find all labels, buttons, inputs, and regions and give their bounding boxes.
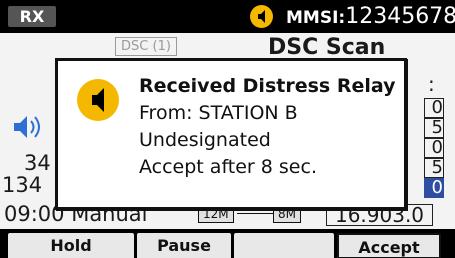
volume-icon bbox=[12, 112, 46, 146]
dsc-tag: DSC (1) bbox=[115, 37, 177, 56]
dialog-countdown: Accept after 8 sec. bbox=[139, 156, 317, 178]
page-title: DSC Scan bbox=[268, 35, 386, 60]
status-bar: RX MMSI:123456789 bbox=[0, 0, 455, 33]
speaker-icon bbox=[250, 5, 273, 28]
radio-display: RX MMSI:123456789 DSC (1) DSC Scan 34 13… bbox=[0, 0, 455, 258]
hold-button[interactable]: Hold bbox=[8, 233, 134, 258]
left-number-1: 34 bbox=[24, 151, 51, 175]
distress-relay-dialog: Received Distress Relay From: STATION B … bbox=[55, 58, 407, 210]
empty-softkey[interactable] bbox=[234, 233, 334, 258]
pause-button[interactable]: Pause bbox=[137, 233, 231, 258]
left-number-2: 134 bbox=[2, 173, 43, 197]
dialog-category: Undesignated bbox=[139, 129, 271, 151]
dialog-message: Received Distress Relay From: STATION B … bbox=[139, 73, 395, 181]
mmsi-label: MMSI: bbox=[286, 8, 346, 28]
speaker-icon bbox=[77, 79, 119, 121]
scan-value-selected[interactable]: 0 bbox=[424, 178, 444, 198]
scan-value-1: 0 bbox=[424, 98, 444, 118]
accept-button[interactable]: Accept bbox=[337, 233, 441, 258]
scan-value-4: 5 bbox=[424, 158, 444, 178]
range-divider bbox=[237, 213, 273, 214]
dialog-title: Received Distress Relay bbox=[139, 75, 396, 97]
dialog-from: From: STATION B bbox=[139, 102, 298, 124]
scan-value-2: 5 bbox=[424, 118, 444, 138]
mmsi-readout: MMSI:123456789 bbox=[286, 3, 455, 32]
mmsi-number: 123456789 bbox=[345, 4, 455, 29]
separator-mark: : bbox=[428, 72, 435, 96]
scan-value-3: 0 bbox=[424, 138, 444, 158]
rx-indicator: RX bbox=[8, 6, 56, 27]
